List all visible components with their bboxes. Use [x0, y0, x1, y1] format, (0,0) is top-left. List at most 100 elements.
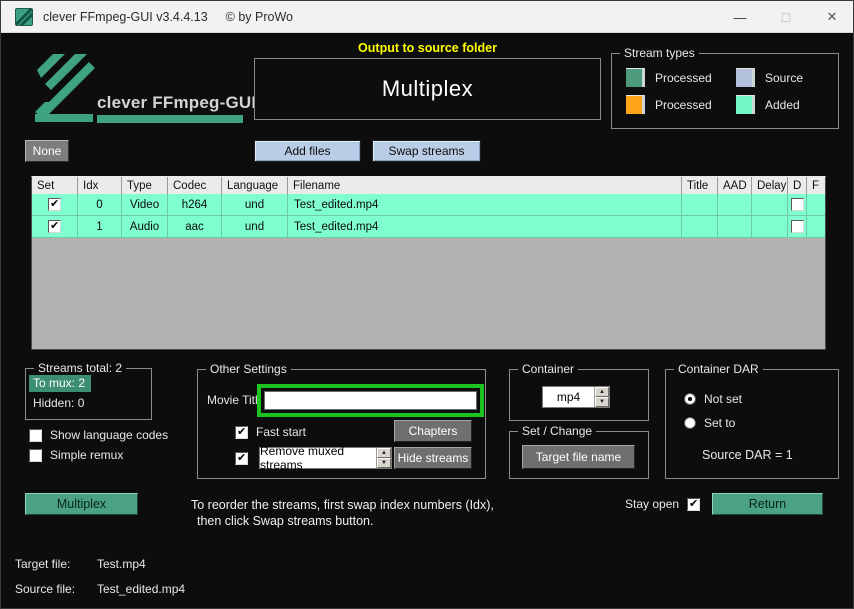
not-set-label: Not set: [704, 392, 743, 406]
target-file-name-button[interactable]: Target file name: [522, 445, 635, 469]
fast-start-checkbox[interactable]: [235, 425, 248, 439]
spin-up-icon[interactable]: ▲: [377, 448, 391, 458]
reorder-hint-line2: then click Swap streams button.: [197, 514, 374, 528]
cell-title: [682, 216, 718, 238]
app-logo-mark: [35, 54, 95, 122]
source-file-label: Source file:: [15, 582, 76, 596]
cell-idx: 0: [78, 194, 122, 216]
logo-text: clever FFmpeg-GUI: [97, 93, 257, 112]
streams-total-group: Streams total: 2 To mux: 2 Hidden: 0: [25, 361, 152, 420]
movie-title-input[interactable]: [264, 391, 477, 410]
app-window: clever FFmpeg-GUI v3.4.4.13 © by ProWo —…: [0, 0, 854, 609]
dar-not-set-row[interactable]: Not set: [684, 392, 742, 406]
stream-d-checkbox[interactable]: [790, 220, 804, 233]
spin-down-icon[interactable]: ▼: [377, 458, 391, 468]
col-header-idx[interactable]: Idx: [78, 177, 122, 194]
show-language-codes-label: Show language codes: [50, 428, 169, 442]
legend-item-source: Source: [736, 68, 836, 87]
processed-swatch: [626, 68, 645, 87]
added-swatch: [736, 95, 755, 114]
col-header-f[interactable]: F: [807, 177, 825, 194]
cell-language: und: [222, 194, 288, 216]
remove-muxed-spinner[interactable]: Remove muxed streams ▲ ▼: [259, 444, 392, 472]
show-language-codes-checkbox[interactable]: [29, 428, 42, 442]
cell-aad: [718, 194, 752, 216]
simple-remux-label: Simple remux: [50, 448, 124, 462]
to-mux-count: To mux: 2: [29, 375, 92, 392]
maximize-icon[interactable]: ◻: [763, 1, 809, 33]
stream-d-checkbox[interactable]: [790, 198, 804, 211]
movie-title-label: Movie Title: [207, 393, 265, 407]
add-files-button[interactable]: Add files: [254, 140, 361, 162]
mode-box: Multiplex: [254, 58, 601, 120]
spin-up-icon[interactable]: ▲: [595, 387, 609, 397]
reorder-hint-line1: To reorder the streams, first swap index…: [191, 498, 494, 512]
processed-orange-swatch: [626, 95, 645, 114]
col-header-codec[interactable]: Codec: [168, 177, 222, 194]
return-button[interactable]: Return: [712, 493, 823, 515]
cell-type: Audio: [122, 216, 168, 238]
col-header-filename[interactable]: Filename: [288, 177, 682, 194]
container-spinner[interactable]: mp4 ▲ ▼: [542, 386, 610, 408]
set-to-radio[interactable]: [684, 417, 696, 429]
stay-open-row[interactable]: Stay open: [625, 497, 701, 511]
legend-label: Added: [765, 97, 800, 112]
cell-filename: Test_edited.mp4: [288, 194, 682, 216]
col-header-set[interactable]: Set: [32, 177, 78, 194]
hide-streams-button[interactable]: Hide streams: [394, 447, 472, 469]
simple-remux-checkbox[interactable]: [29, 448, 42, 462]
stay-open-checkbox[interactable]: [687, 497, 701, 511]
remove-muxed-checkbox[interactable]: [235, 451, 248, 465]
dar-set-to-row[interactable]: Set to: [684, 416, 735, 430]
chapters-button[interactable]: Chapters: [394, 420, 472, 442]
swap-streams-button[interactable]: Swap streams: [372, 140, 481, 162]
stream-set-checkbox[interactable]: [48, 219, 61, 233]
cell-delay: [752, 194, 788, 216]
fast-start-row[interactable]: Fast start: [235, 425, 306, 439]
col-header-d[interactable]: D: [788, 177, 807, 194]
output-destination-note: Output to source folder: [358, 41, 497, 55]
legend-label: Processed: [655, 97, 712, 112]
mode-title: Multiplex: [381, 76, 474, 101]
hidden-count: Hidden: 0: [33, 396, 85, 410]
app-logo-icon: [15, 7, 33, 26]
set-to-label: Set to: [704, 416, 736, 430]
stay-open-label: Stay open: [625, 497, 680, 511]
legend-label: Processed: [655, 70, 712, 85]
logo-underline: [97, 115, 243, 123]
multiplex-button[interactable]: Multiplex: [25, 493, 138, 515]
minimize-icon[interactable]: —: [717, 1, 763, 33]
legend-item-added: Added: [736, 95, 836, 114]
col-header-title[interactable]: Title: [682, 177, 718, 194]
legend-item-processed: Processed: [626, 68, 736, 87]
spin-down-icon[interactable]: ▼: [595, 397, 609, 407]
show-language-codes-row[interactable]: Show language codes: [29, 428, 168, 442]
col-header-aad[interactable]: AAD: [718, 177, 752, 194]
table-row[interactable]: 0 Video h264 und Test_edited.mp4: [32, 194, 825, 216]
cell-title: [682, 194, 718, 216]
fast-start-label: Fast start: [256, 425, 307, 439]
cell-filename: Test_edited.mp4: [288, 216, 682, 238]
remove-muxed-row[interactable]: [235, 451, 248, 465]
cell-type: Video: [122, 194, 168, 216]
col-header-language[interactable]: Language: [222, 177, 288, 194]
container-dar-label: Container DAR: [674, 362, 763, 376]
cell-codec: h264: [168, 194, 222, 216]
stream-set-checkbox[interactable]: [48, 197, 61, 211]
table-row[interactable]: 1 Audio aac und Test_edited.mp4: [32, 216, 825, 238]
simple-remux-row[interactable]: Simple remux: [29, 448, 123, 462]
close-icon[interactable]: ✕: [809, 1, 853, 33]
cell-aad: [718, 216, 752, 238]
col-header-type[interactable]: Type: [122, 177, 168, 194]
target-file-value: Test.mp4: [97, 557, 146, 571]
stream-types-group: Stream types Processed Source Processed …: [611, 46, 839, 129]
stream-table: Set Idx Type Codec Language Filename Tit…: [31, 176, 826, 350]
legend-item-processed-2: Processed: [626, 95, 736, 114]
cell-idx: 1: [78, 216, 122, 238]
not-set-radio[interactable]: [684, 393, 696, 405]
none-button[interactable]: None: [25, 140, 69, 162]
cell-delay: [752, 216, 788, 238]
col-header-delay[interactable]: Delay: [752, 177, 788, 194]
cell-codec: aac: [168, 216, 222, 238]
container-dar-group: Container DAR Not set Set to Source DAR …: [665, 362, 839, 479]
